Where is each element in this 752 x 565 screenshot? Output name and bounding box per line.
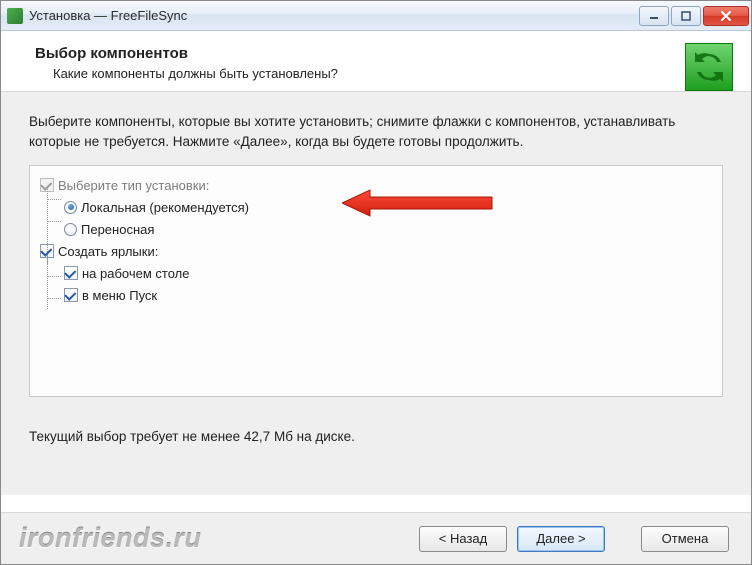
shortcut-desktop-checkbox[interactable] <box>64 266 78 280</box>
minimize-button[interactable] <box>639 6 669 26</box>
shortcuts-row[interactable]: Создать ярлыки: <box>40 240 712 262</box>
disk-requirement-text: Текущий выбор требует не менее 42,7 Мб н… <box>29 429 723 444</box>
page-subtitle: Какие компоненты должны быть установлены… <box>53 66 733 81</box>
instructions-text: Выберите компоненты, которые вы хотите у… <box>29 112 723 151</box>
shortcut-desktop-label: на рабочем столе <box>82 266 190 281</box>
minimize-icon <box>649 11 659 21</box>
components-box: Выберите тип установки: Локальная (реком… <box>29 165 723 397</box>
maximize-icon <box>681 11 691 21</box>
close-button[interactable] <box>703 6 749 26</box>
back-button[interactable]: < Назад <box>419 526 507 552</box>
window-controls <box>639 6 749 26</box>
components-tree: Выберите тип установки: Локальная (реком… <box>40 174 712 306</box>
install-type-label: Выберите тип установки: <box>58 178 209 193</box>
wizard-body: Выберите компоненты, которые вы хотите у… <box>1 92 751 495</box>
shortcut-startmenu-row[interactable]: в меню Пуск <box>40 284 712 306</box>
option-local-label: Локальная (рекомендуется) <box>81 200 249 215</box>
sync-logo-icon <box>685 43 733 91</box>
maximize-button[interactable] <box>671 6 701 26</box>
shortcuts-label: Создать ярлыки: <box>58 244 158 259</box>
next-button[interactable]: Далее > <box>517 526 605 552</box>
option-portable-row[interactable]: Переносная <box>40 218 712 240</box>
app-icon <box>7 8 23 24</box>
install-type-row: Выберите тип установки: <box>40 174 712 196</box>
wizard-header: Выбор компонентов Какие компоненты должн… <box>1 31 751 92</box>
shortcut-desktop-row[interactable]: на рабочем столе <box>40 262 712 284</box>
wizard-footer: < Назад Далее > Отмена <box>1 512 751 564</box>
titlebar: Установка — FreeFileSync <box>1 1 751 31</box>
shortcut-startmenu-label: в меню Пуск <box>82 288 157 303</box>
radio-portable[interactable] <box>64 223 77 236</box>
page-title: Выбор компонентов <box>35 45 733 62</box>
option-local-row[interactable]: Локальная (рекомендуется) <box>40 196 712 218</box>
cancel-button[interactable]: Отмена <box>641 526 729 552</box>
radio-local[interactable] <box>64 201 77 214</box>
option-portable-label: Переносная <box>81 222 154 237</box>
shortcut-startmenu-checkbox[interactable] <box>64 288 78 302</box>
close-icon <box>720 11 732 21</box>
window-title: Установка — FreeFileSync <box>29 8 639 23</box>
